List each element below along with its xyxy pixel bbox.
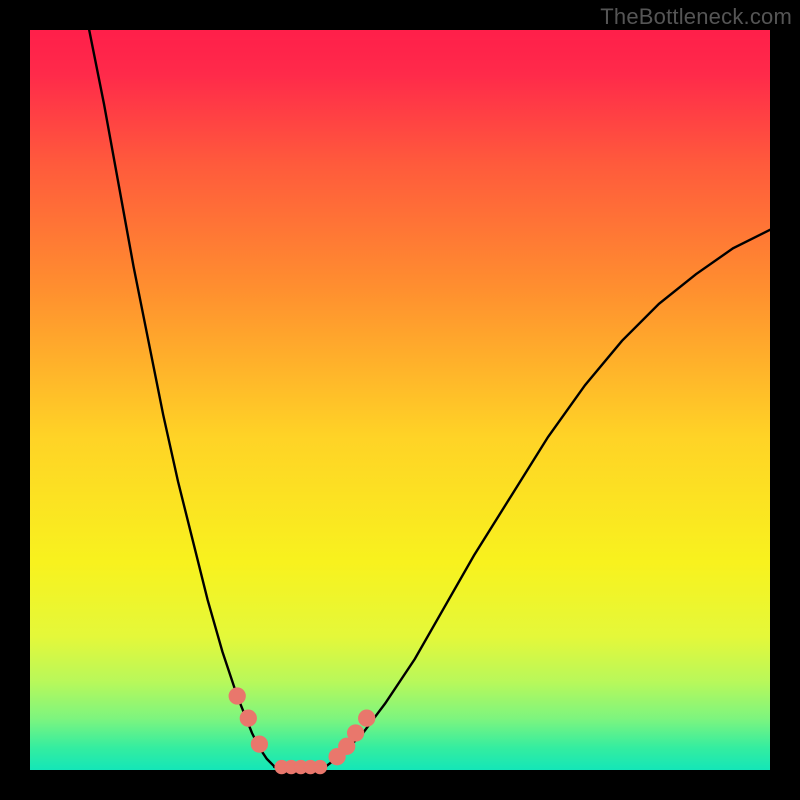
- bottleneck-chart: [0, 0, 800, 800]
- data-marker: [229, 688, 245, 704]
- plot-area: [30, 30, 770, 770]
- data-marker: [347, 725, 363, 741]
- data-marker: [240, 710, 256, 726]
- data-marker: [251, 736, 267, 752]
- watermark-text: TheBottleneck.com: [600, 4, 792, 30]
- data-marker: [359, 710, 375, 726]
- data-marker-flat: [313, 760, 326, 773]
- chart-container: TheBottleneck.com: [0, 0, 800, 800]
